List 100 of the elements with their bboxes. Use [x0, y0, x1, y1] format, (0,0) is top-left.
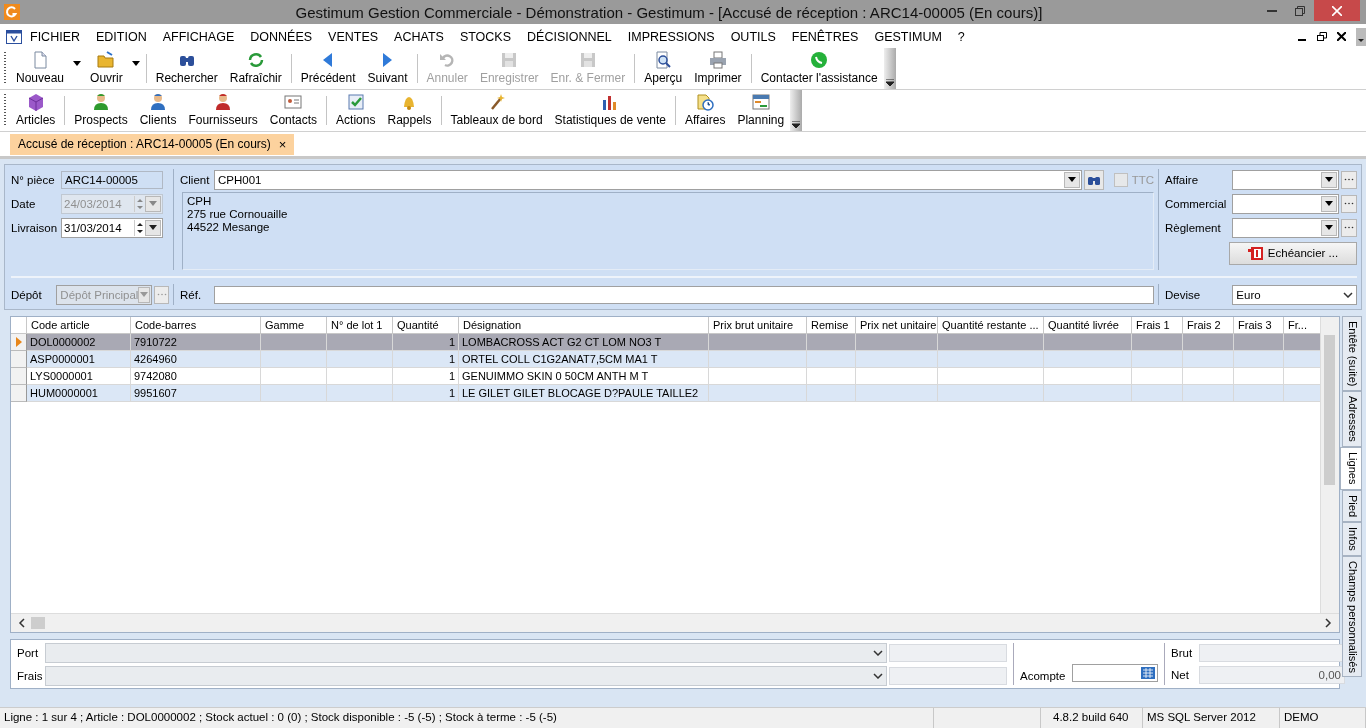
table-cell — [327, 334, 393, 351]
menu-item[interactable]: EDITION — [96, 30, 147, 44]
overflow-icon[interactable] — [790, 90, 803, 131]
toolbar-button[interactable]: Clients — [133, 90, 183, 131]
status-text: MS SQL Server 2012 — [1143, 708, 1280, 728]
column-header[interactable]: Code article — [27, 317, 131, 334]
overflow-icon[interactable] — [883, 48, 896, 89]
toolbar-button[interactable]: Affaires — [679, 90, 732, 131]
schedule-button[interactable]: Echéancier ... — [1229, 241, 1357, 265]
caret-icon[interactable] — [149, 225, 157, 230]
toolbar-button[interactable]: Tableaux de bord — [444, 90, 549, 131]
row-pointer-icon — [15, 337, 22, 347]
column-header[interactable]: Quantité restante ... — [938, 317, 1044, 334]
row-indicator[interactable] — [11, 368, 27, 385]
menu-item[interactable]: FICHIER — [30, 30, 80, 44]
row-indicator[interactable] — [11, 334, 27, 351]
vertical-scrollbar[interactable] — [1320, 317, 1339, 613]
side-tab[interactable]: Pied — [1342, 489, 1362, 522]
ellipsis-button[interactable] — [1341, 194, 1357, 213]
column-header[interactable]: Prix net unitaire — [856, 317, 938, 334]
row-indicator[interactable] — [11, 385, 27, 402]
toolbar-button[interactable]: Précédent — [294, 48, 362, 89]
toolbar-button[interactable]: Rafraîchir — [223, 48, 288, 89]
side-tab[interactable]: Entête (suite) — [1342, 316, 1362, 392]
checkbox[interactable] — [1113, 172, 1128, 187]
menu-item[interactable]: DONNÉES — [250, 30, 313, 44]
menu-item[interactable]: FENÊTRES — [791, 30, 859, 44]
column-header[interactable]: Désignation — [459, 317, 709, 334]
column-header[interactable]: Frais 3 — [1234, 317, 1284, 334]
currency-select[interactable]: Euro — [1232, 284, 1357, 305]
table-cell — [807, 351, 856, 368]
deposit-field[interactable] — [1072, 664, 1158, 682]
field-label: N° pièce — [11, 173, 56, 186]
close-button[interactable] — [1314, 0, 1360, 21]
column-header[interactable]: Quantité — [393, 317, 459, 334]
column-header[interactable]: Prix brut unitaire — [709, 317, 807, 334]
restore-icon[interactable] — [1317, 30, 1327, 44]
toolbar-button[interactable]: Rappels — [381, 90, 438, 131]
client-combobox[interactable]: CPH001 — [214, 169, 1082, 190]
side-tab[interactable]: Infos — [1342, 521, 1362, 556]
menu-item[interactable]: IMPRESSIONS — [627, 30, 715, 44]
scrollbar-thumb[interactable] — [31, 617, 45, 629]
toolbar-button[interactable]: Rechercher — [149, 48, 224, 89]
menu-item[interactable]: GESTIMUM — [874, 30, 942, 44]
column-header[interactable]: Gamme — [261, 317, 327, 334]
close-icon[interactable] — [1337, 30, 1346, 44]
field-label: Net — [1171, 669, 1190, 682]
side-tab[interactable]: Lignes — [1340, 447, 1362, 490]
menu-item[interactable]: STOCKS — [459, 30, 512, 44]
table-corner[interactable] — [11, 317, 27, 334]
combobox[interactable] — [1231, 193, 1340, 214]
ellipsis-button[interactable] — [1341, 218, 1357, 237]
close-tab-button[interactable]: × — [278, 136, 287, 152]
table-cell: 9951607 — [131, 385, 261, 402]
side-tab[interactable]: Adresses — [1342, 391, 1362, 448]
table-cell: ORTEL COLL C1G2ANAT7,5CM MA1 T — [459, 351, 709, 368]
toolbar-button[interactable]: Statistiques de vente — [548, 90, 672, 131]
toolbar-button[interactable]: Aperçu — [638, 48, 689, 89]
menu-item[interactable]: VENTES — [328, 30, 379, 44]
field-label: Règlement — [1165, 221, 1222, 234]
field-label: Affaire — [1165, 173, 1200, 186]
menu-item[interactable]: OUTILS — [730, 30, 776, 44]
overflow-icon[interactable] — [1356, 28, 1366, 46]
row-indicator[interactable] — [11, 351, 27, 368]
toolbar-button[interactable]: Suivant — [361, 48, 414, 89]
ellipsis-button[interactable] — [154, 285, 169, 304]
menu-item[interactable]: DÉCISIONNEL — [527, 30, 612, 44]
combobox[interactable] — [1231, 169, 1340, 190]
toolbar-button[interactable]: Actions — [330, 90, 382, 131]
column-header[interactable]: Frais 2 — [1183, 317, 1234, 334]
reference-field[interactable] — [214, 285, 1154, 304]
toolbar-button[interactable]: Imprimer — [688, 48, 748, 89]
scroll-left-icon[interactable] — [17, 618, 27, 628]
toolbar-button[interactable]: Contacts — [263, 90, 324, 131]
menu-item[interactable]: ACHATS — [394, 30, 444, 44]
column-header[interactable]: Frais 1 — [1132, 317, 1183, 334]
combobox[interactable] — [1231, 217, 1340, 238]
table-cell — [327, 351, 393, 368]
document-tab[interactable]: Accusé de réception : ARC14-00005 (En cours) × — [10, 133, 295, 155]
toolbar-button[interactable]: Contacter l'assistance — [754, 48, 884, 89]
toolbar-button[interactable]: Fournisseurs — [182, 90, 264, 131]
column-header[interactable]: N° de lot 1 — [327, 317, 393, 334]
scroll-right-icon[interactable] — [1323, 618, 1333, 628]
toolbar-button[interactable]: Nouveau — [10, 48, 71, 89]
table-cell — [1284, 385, 1320, 402]
toolbar-button[interactable]: Articles — [10, 90, 62, 131]
side-tab[interactable]: Champs personnalisés — [1342, 555, 1362, 678]
date-picker[interactable]: 31/03/2014 — [61, 217, 163, 238]
ellipsis-button[interactable] — [1341, 170, 1357, 189]
toolbar-button[interactable]: Ouvrir — [84, 48, 129, 89]
toolbar-button[interactable]: Prospects — [68, 90, 134, 131]
column-header[interactable]: Quantité livrée — [1044, 317, 1132, 334]
column-header[interactable]: Code-barres — [131, 317, 261, 334]
horizontal-scrollbar[interactable] — [11, 613, 1339, 632]
close-icon — [1332, 5, 1342, 16]
search-button[interactable] — [1083, 169, 1104, 190]
menu-item[interactable]: AFFICHAGE — [162, 30, 235, 44]
column-header[interactable]: Remise — [807, 317, 856, 334]
menu-item[interactable]: ? — [957, 30, 965, 44]
toolbar-button[interactable]: Planning — [731, 90, 791, 131]
